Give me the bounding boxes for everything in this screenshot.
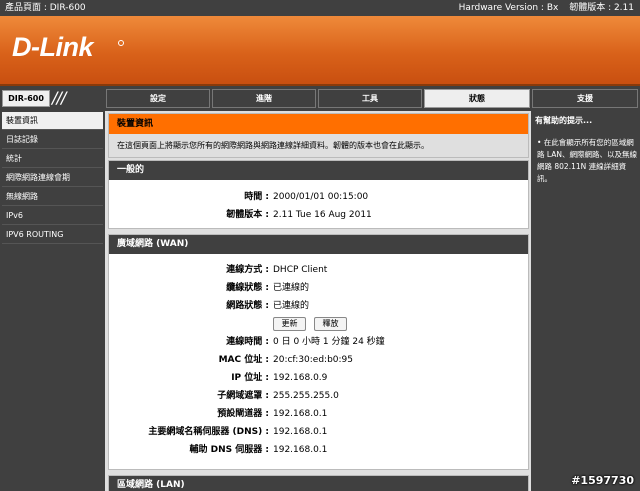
general-panel: 一般的 時間 : 2000/01/01 00:15:00 韌體版本 : 2.11… [108, 160, 529, 229]
tab-tools[interactable]: 工具 [318, 89, 422, 108]
network-status-label: 網路狀態 : [226, 301, 269, 311]
brand-banner: D-Link [0, 16, 640, 84]
general-title: 一般的 [109, 161, 528, 180]
registered-mark-icon [118, 40, 124, 46]
network-status-value: 已連線的 [273, 301, 310, 311]
wan-row: 主要網域名稱伺服器 (DNS) : 192.168.0.1 [109, 423, 528, 441]
primary-dns-value: 192.168.0.1 [273, 427, 328, 437]
mac-address-label: MAC 位址 : [218, 355, 269, 365]
connection-type-value: DHCP Client [273, 265, 328, 275]
secondary-dns-label: 輔助 DNS 伺服器 : [189, 445, 269, 455]
model-badge: DIR-600 [2, 90, 50, 107]
connection-time-label: 連線時間 : [226, 337, 269, 347]
wan-row: MAC 位址 : 20:cf:30:ed:b0:95 [109, 351, 528, 369]
sidebar-item-device-info[interactable]: 裝置資訊 [2, 112, 103, 130]
time-label: 時間 : [244, 192, 269, 202]
time-row: 時間 : 2000/01/01 00:15:00 [109, 188, 528, 206]
top-info-bar: 產品頁面 : DIR-600 Hardware Version : Bx 韌體版… [0, 0, 640, 16]
firmware-label: 韌體版本 : [226, 210, 269, 220]
product-page-label: 產品頁面 : DIR-600 [5, 3, 86, 13]
primary-dns-label: 主要網域名稱伺服器 (DNS) : [148, 427, 269, 437]
wan-row: 預設閘道器 : 192.168.0.1 [109, 405, 528, 423]
sidebar-item-logs[interactable]: 日誌記錄 [2, 131, 103, 149]
main-nav: DIR-600 / / / 設定 進階 工具 狀態 支援 [0, 86, 640, 111]
wan-row: 網路狀態 : 已連線的 [109, 297, 528, 315]
sidebar: 裝置資訊 日誌記錄 統計 網際網路連線會期 無線網路 IPv6 IPV6 ROU… [0, 111, 105, 491]
ip-address-value: 192.168.0.9 [273, 373, 328, 383]
wan-button-row: 更新 釋放 [109, 315, 528, 333]
lan-panel: 區域網路 (LAN) [108, 475, 529, 491]
device-info-description: 在這個頁面上將顯示您所有的網際網路與網路連線詳細資料。韌體的版本也會在此顯示。 [109, 134, 528, 157]
help-tip: • 在此會顯示所有您的區域網路 LAN、網際網路、以及無線網路 802.11N … [537, 138, 637, 183]
wan-row: 輔助 DNS 伺服器 : 192.168.0.1 [109, 441, 528, 459]
main-content: 裝置資訊 在這個頁面上將顯示您所有的網際網路與網路連線詳細資料。韌體的版本也會在… [105, 111, 531, 491]
help-title: 有幫助的提示... [535, 116, 593, 125]
wan-title: 廣域網路 (WAN) [109, 235, 528, 254]
firmware-version-label: 韌體版本 : 2.11 [569, 3, 634, 13]
wan-row: 子網域遮罩 : 255.255.255.0 [109, 387, 528, 405]
time-value: 2000/01/01 00:15:00 [273, 192, 369, 202]
sidebar-item-wireless[interactable]: 無線網路 [2, 188, 103, 206]
ip-address-label: IP 位址 : [231, 373, 269, 383]
connection-time-value: 0 日 0 小時 1 分鐘 24 秒鐘 [273, 337, 385, 347]
wan-row: 連線時間 : 0 日 0 小時 1 分鐘 24 秒鐘 [109, 333, 528, 351]
tab-setup[interactable]: 設定 [106, 89, 210, 108]
renew-button[interactable]: 更新 [273, 317, 306, 331]
sidebar-item-internet-sessions[interactable]: 網際網路連線會期 [2, 169, 103, 187]
default-gateway-value: 192.168.0.1 [273, 409, 328, 419]
sidebar-item-ipv6[interactable]: IPv6 [2, 207, 103, 225]
dlink-logo: D-Link [12, 32, 94, 62]
subnet-mask-value: 255.255.255.0 [273, 391, 339, 401]
wan-row: 纜線狀態 : 已連線的 [109, 279, 528, 297]
mac-address-value: 20:cf:30:ed:b0:95 [273, 355, 354, 365]
default-gateway-label: 預設閘道器 : [217, 409, 269, 419]
lan-title: 區域網路 (LAN) [109, 476, 528, 491]
wan-panel: 廣域網路 (WAN) 連線方式 : DHCP Client 纜線狀態 : 已連線… [108, 234, 529, 470]
subnet-mask-label: 子網域遮罩 : [217, 391, 269, 401]
wan-row: IP 位址 : 192.168.0.9 [109, 369, 528, 387]
cable-status-value: 已連線的 [273, 283, 310, 293]
firmware-value: 2.11 Tue 16 Aug 2011 [273, 210, 372, 220]
cable-status-label: 纜線狀態 : [226, 283, 269, 293]
sidebar-item-ipv6-routing[interactable]: IPV6 ROUTING [2, 226, 103, 244]
firmware-row: 韌體版本 : 2.11 Tue 16 Aug 2011 [109, 206, 528, 224]
wan-row: 連線方式 : DHCP Client [109, 261, 528, 279]
watermark: #1597730 [571, 474, 634, 487]
device-info-title: 裝置資訊 [109, 114, 528, 134]
sidebar-item-statistics[interactable]: 統計 [2, 150, 103, 168]
secondary-dns-value: 192.168.0.1 [273, 445, 328, 455]
release-button[interactable]: 釋放 [314, 317, 347, 331]
tab-support[interactable]: 支援 [532, 89, 638, 108]
connection-type-label: 連線方式 : [226, 265, 269, 275]
slash-decoration-icon: / / / [52, 88, 66, 107]
device-info-panel: 裝置資訊 在這個頁面上將顯示您所有的網際網路與網路連線詳細資料。韌體的版本也會在… [108, 113, 529, 158]
tab-advanced[interactable]: 進階 [212, 89, 316, 108]
help-column: 有幫助的提示... • 在此會顯示所有您的區域網路 LAN、網際網路、以及無線網… [531, 111, 640, 491]
tab-status[interactable]: 狀態 [424, 89, 530, 108]
hardware-version-label: Hardware Version : Bx [458, 3, 559, 13]
